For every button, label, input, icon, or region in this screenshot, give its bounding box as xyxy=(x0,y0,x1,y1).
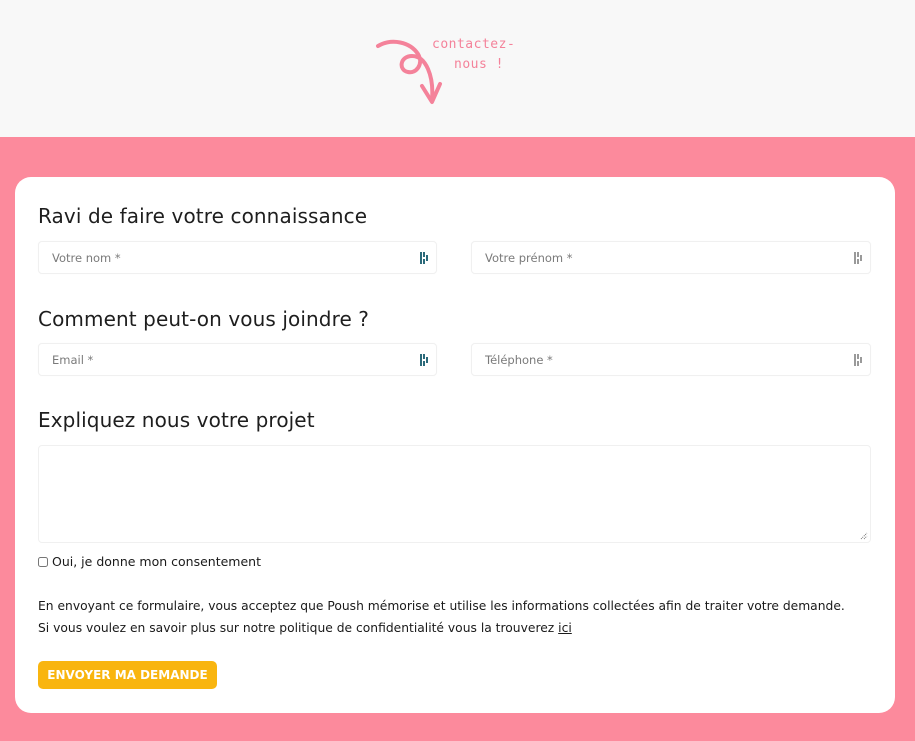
consent-label[interactable]: Oui, je donne mon consentement xyxy=(38,554,261,569)
password-manager-icon[interactable] xyxy=(420,354,430,366)
email-field-wrapper xyxy=(38,343,437,376)
privacy-policy-link[interactable]: ici xyxy=(558,621,572,635)
submit-button[interactable]: ENVOYER MA DEMANDE xyxy=(38,661,217,689)
contact-form: Ravi de faire votre connaissance Comment… xyxy=(15,177,895,713)
nom-input[interactable] xyxy=(39,242,436,273)
legal-notice: En envoyant ce formulaire, vous acceptez… xyxy=(38,595,878,639)
projet-textarea[interactable] xyxy=(39,446,870,542)
password-manager-icon[interactable] xyxy=(854,252,864,264)
telephone-field-wrapper xyxy=(471,343,871,376)
doodle-text-line1: contactez- xyxy=(432,37,516,52)
section-title-project: Expliquez nous votre projet xyxy=(38,408,315,432)
email-input[interactable] xyxy=(39,344,436,375)
prenom-field-wrapper xyxy=(471,241,871,274)
password-manager-icon[interactable] xyxy=(854,354,864,366)
telephone-input[interactable] xyxy=(472,344,870,375)
resize-handle-icon[interactable] xyxy=(860,532,868,540)
consent-checkbox[interactable] xyxy=(38,556,48,567)
nom-field-wrapper xyxy=(38,241,437,274)
doodle-text-line2: nous ! xyxy=(454,57,504,72)
consent-text: Oui, je donne mon consentement xyxy=(52,554,261,569)
password-manager-icon[interactable] xyxy=(420,252,430,264)
projet-textarea-wrapper xyxy=(38,445,871,543)
header-band: contactez- nous ! xyxy=(0,0,915,137)
section-title-contact: Comment peut-on vous joindre ? xyxy=(38,307,370,331)
prenom-input[interactable] xyxy=(472,242,870,273)
section-title-identity: Ravi de faire votre connaissance xyxy=(38,204,368,228)
legal-line1: En envoyant ce formulaire, vous acceptez… xyxy=(38,599,845,613)
legal-line2: Si vous voulez en savoir plus sur notre … xyxy=(38,621,559,635)
